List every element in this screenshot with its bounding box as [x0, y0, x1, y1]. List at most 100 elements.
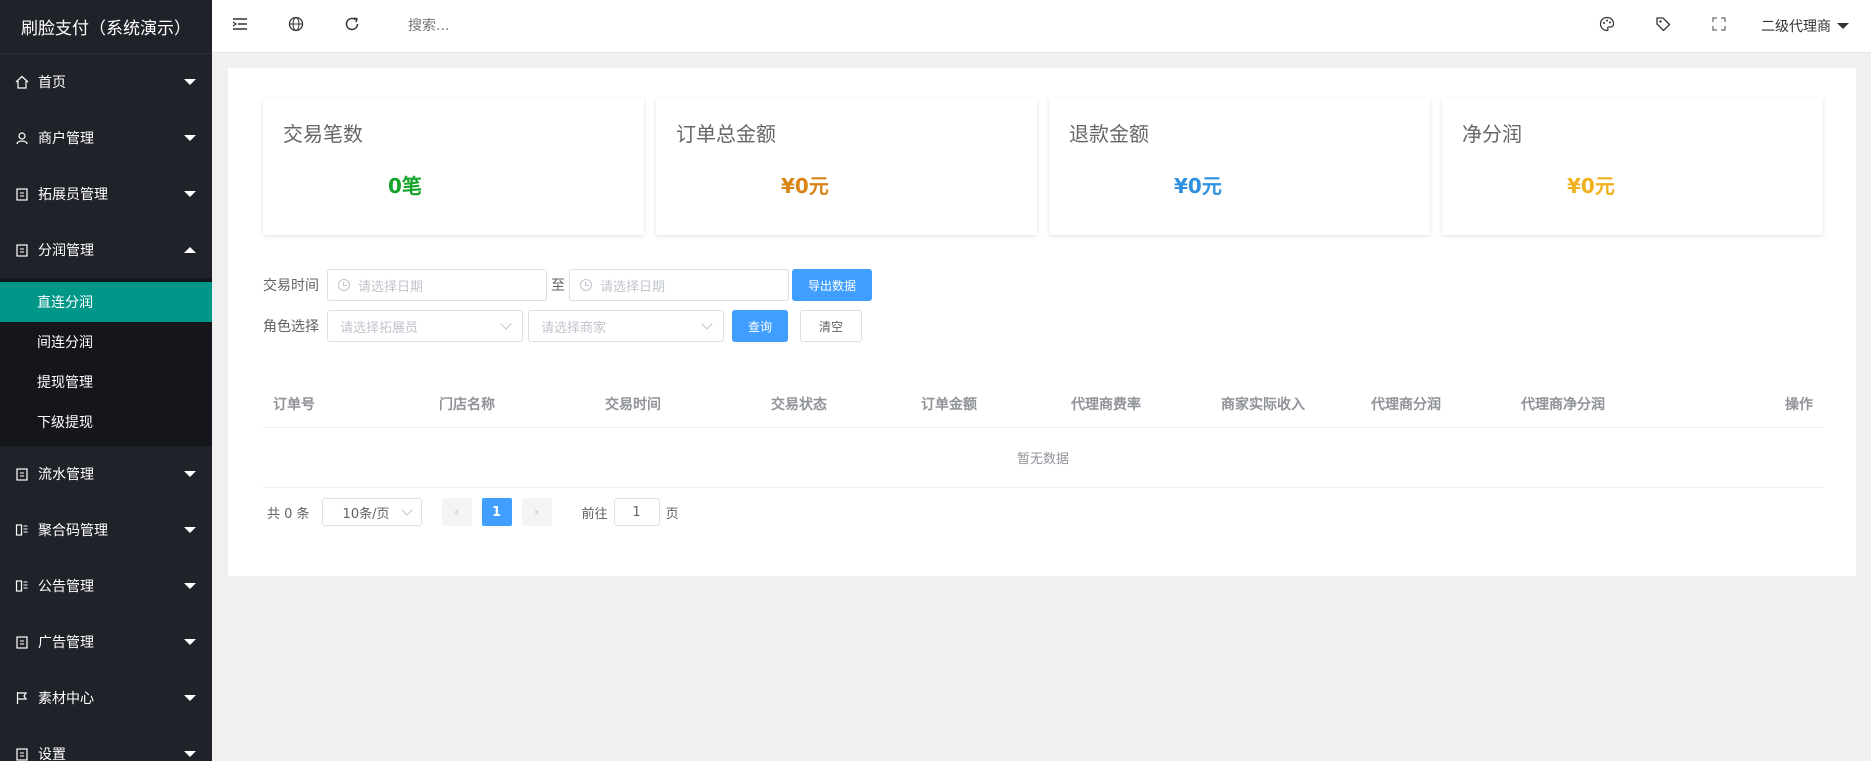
- stat-value: ¥0元: [1174, 174, 1222, 198]
- caret-down-icon: [184, 583, 196, 589]
- sidebar-item-expanders[interactable]: 拓展员管理: [0, 166, 212, 222]
- sidebar-item-notice[interactable]: 公告管理: [0, 558, 212, 614]
- qrcode-icon: [14, 522, 30, 538]
- next-page-button[interactable]: ›: [521, 498, 552, 526]
- start-date-input[interactable]: 请选择日期: [327, 269, 547, 301]
- time-label: 交易时间: [263, 278, 319, 294]
- goto-page-input[interactable]: 1: [613, 498, 660, 526]
- caret-down-icon: [184, 79, 196, 85]
- sidebar-item-label: 流水管理: [38, 467, 94, 483]
- merchant-select[interactable]: 请选择商家: [528, 310, 724, 342]
- stat-title: 退款金额: [1069, 122, 1149, 146]
- sidebar: 刷脸支付（系统演示） 首页 商户管理 拓展员管理 分润管理 直连分润 间连分润 …: [0, 0, 212, 761]
- caret-down-icon: [184, 527, 196, 533]
- stat-title: 订单总金额: [676, 122, 776, 146]
- stat-title: 交易笔数: [283, 122, 363, 146]
- main-card: 交易笔数 0笔 订单总金额 ¥0元 退款金额 ¥0元 净分润 ¥0元 交易时间 …: [228, 68, 1856, 576]
- sidebar-item-label: 分润管理: [38, 243, 94, 259]
- caret-down-icon: [184, 135, 196, 141]
- menu-toggle-button[interactable]: [212, 0, 268, 53]
- fullscreen-button[interactable]: [1691, 0, 1747, 53]
- flag-icon: [14, 690, 30, 706]
- caret-down-icon: [184, 751, 196, 757]
- stat-value: 0笔: [388, 174, 422, 198]
- export-button[interactable]: 导出数据: [792, 269, 873, 301]
- empty-state: 暂无数据: [263, 428, 1823, 488]
- page-size-select[interactable]: 10条/页: [321, 498, 422, 526]
- sidebar-item-flow[interactable]: 流水管理: [0, 446, 212, 502]
- filter-form: 交易时间 请选择日期 至 请选择日期 导出数据 角色选择 请选择拓展员 请选择商…: [263, 268, 1823, 350]
- submenu-item-sub-withdraw[interactable]: 下级提现: [0, 402, 212, 442]
- sidebar-item-merchants[interactable]: 商户管理: [0, 110, 212, 166]
- column-header: 订单金额: [921, 397, 977, 413]
- end-date-input[interactable]: 请选择日期: [569, 269, 789, 301]
- sidebar-item-label: 拓展员管理: [38, 187, 108, 203]
- chevron-right-icon: ›: [533, 504, 540, 520]
- app-title: 刷脸支付（系统演示）: [0, 0, 212, 54]
- stat-card-net-profit: 净分润 ¥0元: [1442, 98, 1823, 235]
- theme-button[interactable]: [1579, 0, 1635, 53]
- page-number-current[interactable]: 1: [481, 498, 512, 526]
- fullscreen-icon: [1712, 17, 1726, 35]
- clear-button[interactable]: 清空: [800, 310, 863, 342]
- column-header: 操作: [1785, 397, 1813, 413]
- caret-up-icon: [184, 247, 196, 253]
- role-label: 角色选择: [263, 319, 319, 335]
- clipboard-icon: [14, 242, 30, 258]
- sidebar-item-ads[interactable]: 广告管理: [0, 614, 212, 670]
- column-header: 代理商净分润: [1521, 397, 1605, 413]
- user-name: 二级代理商: [1761, 19, 1831, 35]
- stat-card-transactions: 交易笔数 0笔: [263, 98, 644, 235]
- stat-value: ¥0元: [1567, 174, 1615, 198]
- column-header: 交易时间: [605, 397, 661, 413]
- sidebar-item-settings[interactable]: 设置: [0, 726, 212, 761]
- chevron-down-icon: [701, 318, 713, 330]
- filter-row-role: 角色选择 请选择拓展员 请选择商家 查询 清空: [263, 309, 1823, 343]
- website-button[interactable]: [268, 0, 324, 53]
- sidebar-item-home[interactable]: 首页: [0, 54, 212, 110]
- caret-down-icon: [1837, 23, 1849, 29]
- data-table: 订单号 门店名称 交易时间 交易状态 订单金额 代理商费率 商家实际收入 代理商…: [263, 381, 1823, 488]
- sidebar-item-materials[interactable]: 素材中心: [0, 670, 212, 726]
- sidebar-item-label: 广告管理: [38, 635, 94, 651]
- top-header: 二级代理商: [212, 0, 1871, 53]
- sidebar-item-profit[interactable]: 分润管理: [0, 222, 212, 278]
- palette-icon: [1599, 16, 1615, 36]
- clipboard-icon: [14, 186, 30, 202]
- notes-button[interactable]: [1635, 0, 1691, 53]
- expander-select[interactable]: 请选择拓展员: [327, 310, 523, 342]
- submenu-item-indirect-profit[interactable]: 间连分润: [0, 322, 212, 362]
- select-placeholder: 请选择拓展员: [340, 320, 419, 336]
- clock-icon: [580, 279, 592, 291]
- column-header: 代理商分润: [1371, 397, 1441, 413]
- header-right: 二级代理商: [1579, 0, 1871, 53]
- stat-title: 净分润: [1462, 122, 1522, 146]
- column-header: 代理商费率: [1071, 397, 1141, 413]
- clipboard-icon: [14, 634, 30, 650]
- caret-down-icon: [184, 191, 196, 197]
- refresh-button[interactable]: [324, 0, 380, 53]
- pagination: 共 0 条 10条/页 ‹ 1 › 前往 1 页: [263, 498, 679, 526]
- caret-down-icon: [184, 471, 196, 477]
- submenu-item-direct-profit[interactable]: 直连分润: [0, 282, 212, 322]
- query-button[interactable]: 查询: [732, 310, 789, 342]
- sidebar-item-qrcode[interactable]: 聚合码管理: [0, 502, 212, 558]
- qrcode-icon: [14, 578, 30, 594]
- submenu-item-withdraw[interactable]: 提现管理: [0, 362, 212, 402]
- user-menu[interactable]: 二级代理商: [1747, 0, 1871, 53]
- stat-value: ¥0元: [781, 174, 829, 198]
- clock-icon: [338, 279, 350, 291]
- caret-down-icon: [184, 639, 196, 645]
- refresh-icon: [344, 16, 360, 36]
- date-placeholder: 请选择日期: [600, 279, 666, 295]
- profit-submenu: 直连分润 间连分润 提现管理 下级提现: [0, 278, 212, 446]
- user-icon: [14, 130, 30, 146]
- prev-page-button[interactable]: ‹: [441, 498, 472, 526]
- chevron-down-icon: [400, 504, 413, 516]
- sidebar-item-label: 首页: [38, 75, 66, 91]
- globe-icon: [288, 16, 304, 36]
- sidebar-item-label: 公告管理: [38, 579, 94, 595]
- search-input[interactable]: [408, 11, 608, 41]
- tag-icon: [1655, 16, 1671, 36]
- table-header: 订单号 门店名称 交易时间 交易状态 订单金额 代理商费率 商家实际收入 代理商…: [263, 381, 1823, 428]
